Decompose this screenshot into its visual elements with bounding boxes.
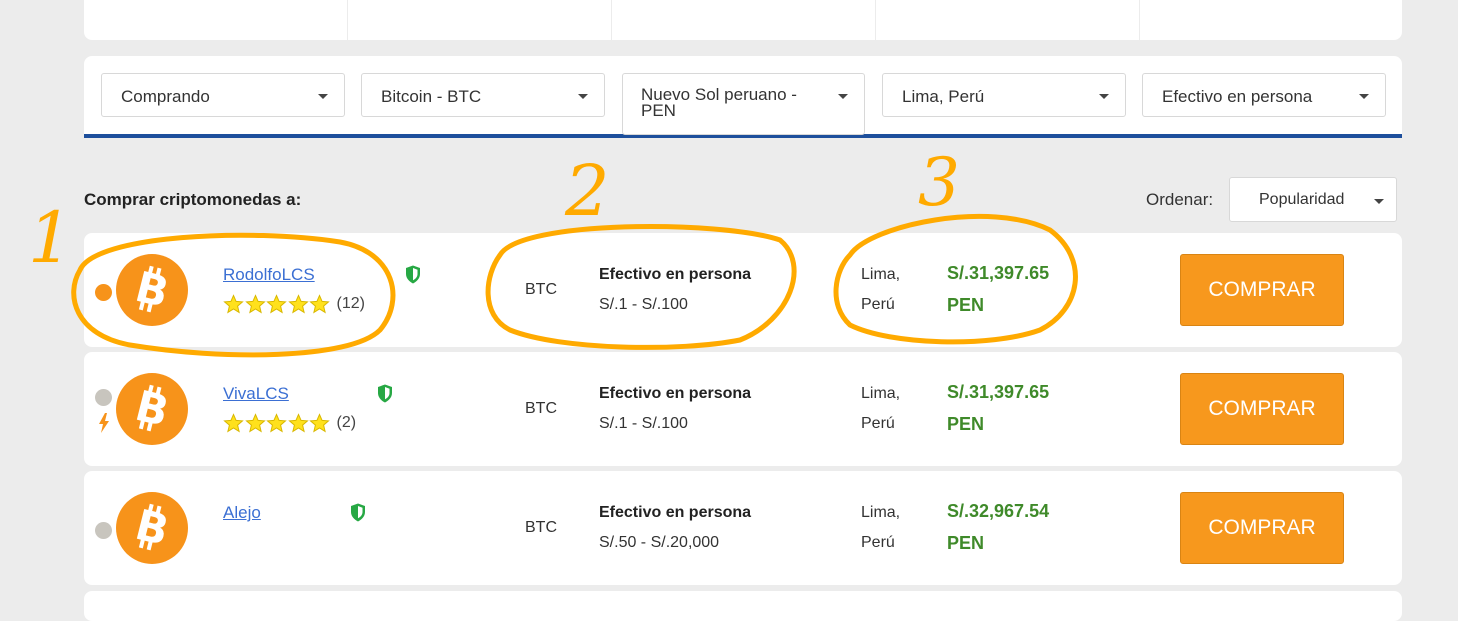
chevron-down-icon	[318, 94, 328, 99]
payment-select-value: Efectivo en persona	[1162, 87, 1313, 106]
payment-method: Efectivo en persona	[599, 504, 752, 521]
payment-method: Efectivo en persona	[599, 385, 752, 402]
sort-select[interactable]: Popularidad	[1229, 177, 1397, 222]
rating-stars: (12)	[223, 293, 365, 315]
location-city: Lima,	[861, 266, 901, 283]
offer-row: B Alejo BTC Efectivo en persona S/.50 - S/.2…	[84, 471, 1402, 585]
crypto-code: BTC	[525, 281, 557, 298]
lightning-icon	[99, 413, 109, 433]
star-icon	[266, 412, 287, 432]
online-status-dot	[95, 522, 112, 539]
location-country: Perú	[861, 415, 895, 432]
filter-bar: Comprando Bitcoin - BTC Nuevo Sol peruan…	[84, 56, 1402, 138]
crypto-code: BTC	[525, 519, 557, 536]
sort-select-value: Popularidad	[1259, 191, 1345, 208]
verified-shield-icon	[378, 384, 392, 403]
amount-range: S/.50 - S/.20,000	[599, 534, 720, 551]
crypto-select-value: Bitcoin - BTC	[381, 87, 482, 106]
buy-button[interactable]: COMPRAR	[1180, 492, 1344, 564]
buy-button[interactable]: COMPRAR	[1180, 254, 1344, 326]
location-select[interactable]: Lima, Perú	[882, 73, 1126, 117]
offer-row: B VivaLCS (2) BTC Efectivo en persona S/.1 - …	[84, 352, 1402, 466]
payment-select[interactable]: Efectivo en persona	[1142, 73, 1386, 117]
annotation-number-1: 1	[28, 197, 73, 279]
location-country: Perú	[861, 296, 895, 313]
review-count: (12)	[336, 295, 365, 312]
username-link[interactable]: VivaLCS	[223, 384, 289, 404]
offer-row: B RodolfoLCS (12) BTC Efectivo en persona S/.…	[84, 233, 1402, 347]
online-status-dot	[95, 284, 112, 301]
chevron-down-icon	[1374, 199, 1384, 204]
location-city: Lima,	[861, 385, 901, 402]
stats-divider	[875, 0, 876, 40]
location-country: Perú	[861, 534, 895, 551]
sort-label: Ordenar:	[1146, 190, 1214, 209]
offer-price: S/.31,397.65	[947, 382, 1050, 402]
star-icon	[287, 412, 309, 432]
rating-stars: (2)	[223, 412, 356, 434]
offer-row	[84, 591, 1402, 621]
chevron-down-icon	[1099, 94, 1109, 99]
annotation-number-2: 2	[564, 150, 610, 232]
username-link[interactable]: RodolfoLCS	[223, 265, 315, 285]
bitcoin-icon: B	[116, 492, 188, 564]
star-icon	[244, 293, 266, 313]
stats-card	[84, 0, 1402, 40]
chevron-down-icon	[838, 94, 848, 99]
currency-select[interactable]: Nuevo Sol peruano - PEN	[622, 73, 865, 135]
action-select[interactable]: Comprando	[101, 73, 345, 117]
amount-range: S/.1 - S/.100	[599, 415, 688, 432]
verified-shield-icon	[406, 265, 420, 284]
offer-price: S/.32,967.54	[947, 501, 1050, 521]
review-count: (2)	[336, 414, 357, 431]
star-icon	[309, 412, 330, 432]
amount-range: S/.1 - S/.100	[599, 296, 688, 313]
payment-method: Efectivo en persona	[599, 266, 752, 283]
username-link[interactable]: Alejo	[223, 503, 261, 523]
chevron-down-icon	[1359, 94, 1369, 99]
star-icon	[244, 412, 266, 432]
star-icon	[287, 293, 309, 313]
offer-price: S/.31,397.65	[947, 263, 1050, 283]
verified-shield-icon	[351, 503, 365, 522]
crypto-code: BTC	[525, 400, 557, 417]
chevron-down-icon	[578, 94, 588, 99]
currency-select-value: Nuevo Sol peruano - PEN	[641, 85, 797, 120]
offer-currency: PEN	[947, 414, 985, 434]
location-city: Lima,	[861, 504, 901, 521]
star-icon	[266, 293, 287, 313]
offer-currency: PEN	[947, 533, 985, 553]
offer-currency: PEN	[947, 295, 985, 315]
stats-divider	[1139, 0, 1140, 40]
star-icon	[223, 293, 244, 313]
star-icon	[223, 412, 244, 432]
action-select-value: Comprando	[121, 87, 210, 106]
bitcoin-icon: B	[116, 254, 188, 326]
location-select-value: Lima, Perú	[902, 87, 985, 106]
buy-button[interactable]: COMPRAR	[1180, 373, 1344, 445]
bitcoin-icon: B	[116, 373, 188, 445]
section-title: Comprar criptomonedas a:	[84, 190, 302, 209]
stats-divider	[611, 0, 612, 40]
star-icon	[309, 293, 330, 313]
online-status-dot	[95, 389, 112, 406]
crypto-select[interactable]: Bitcoin - BTC	[361, 73, 605, 117]
stats-divider	[347, 0, 348, 40]
annotation-number-3: 3	[918, 144, 960, 221]
